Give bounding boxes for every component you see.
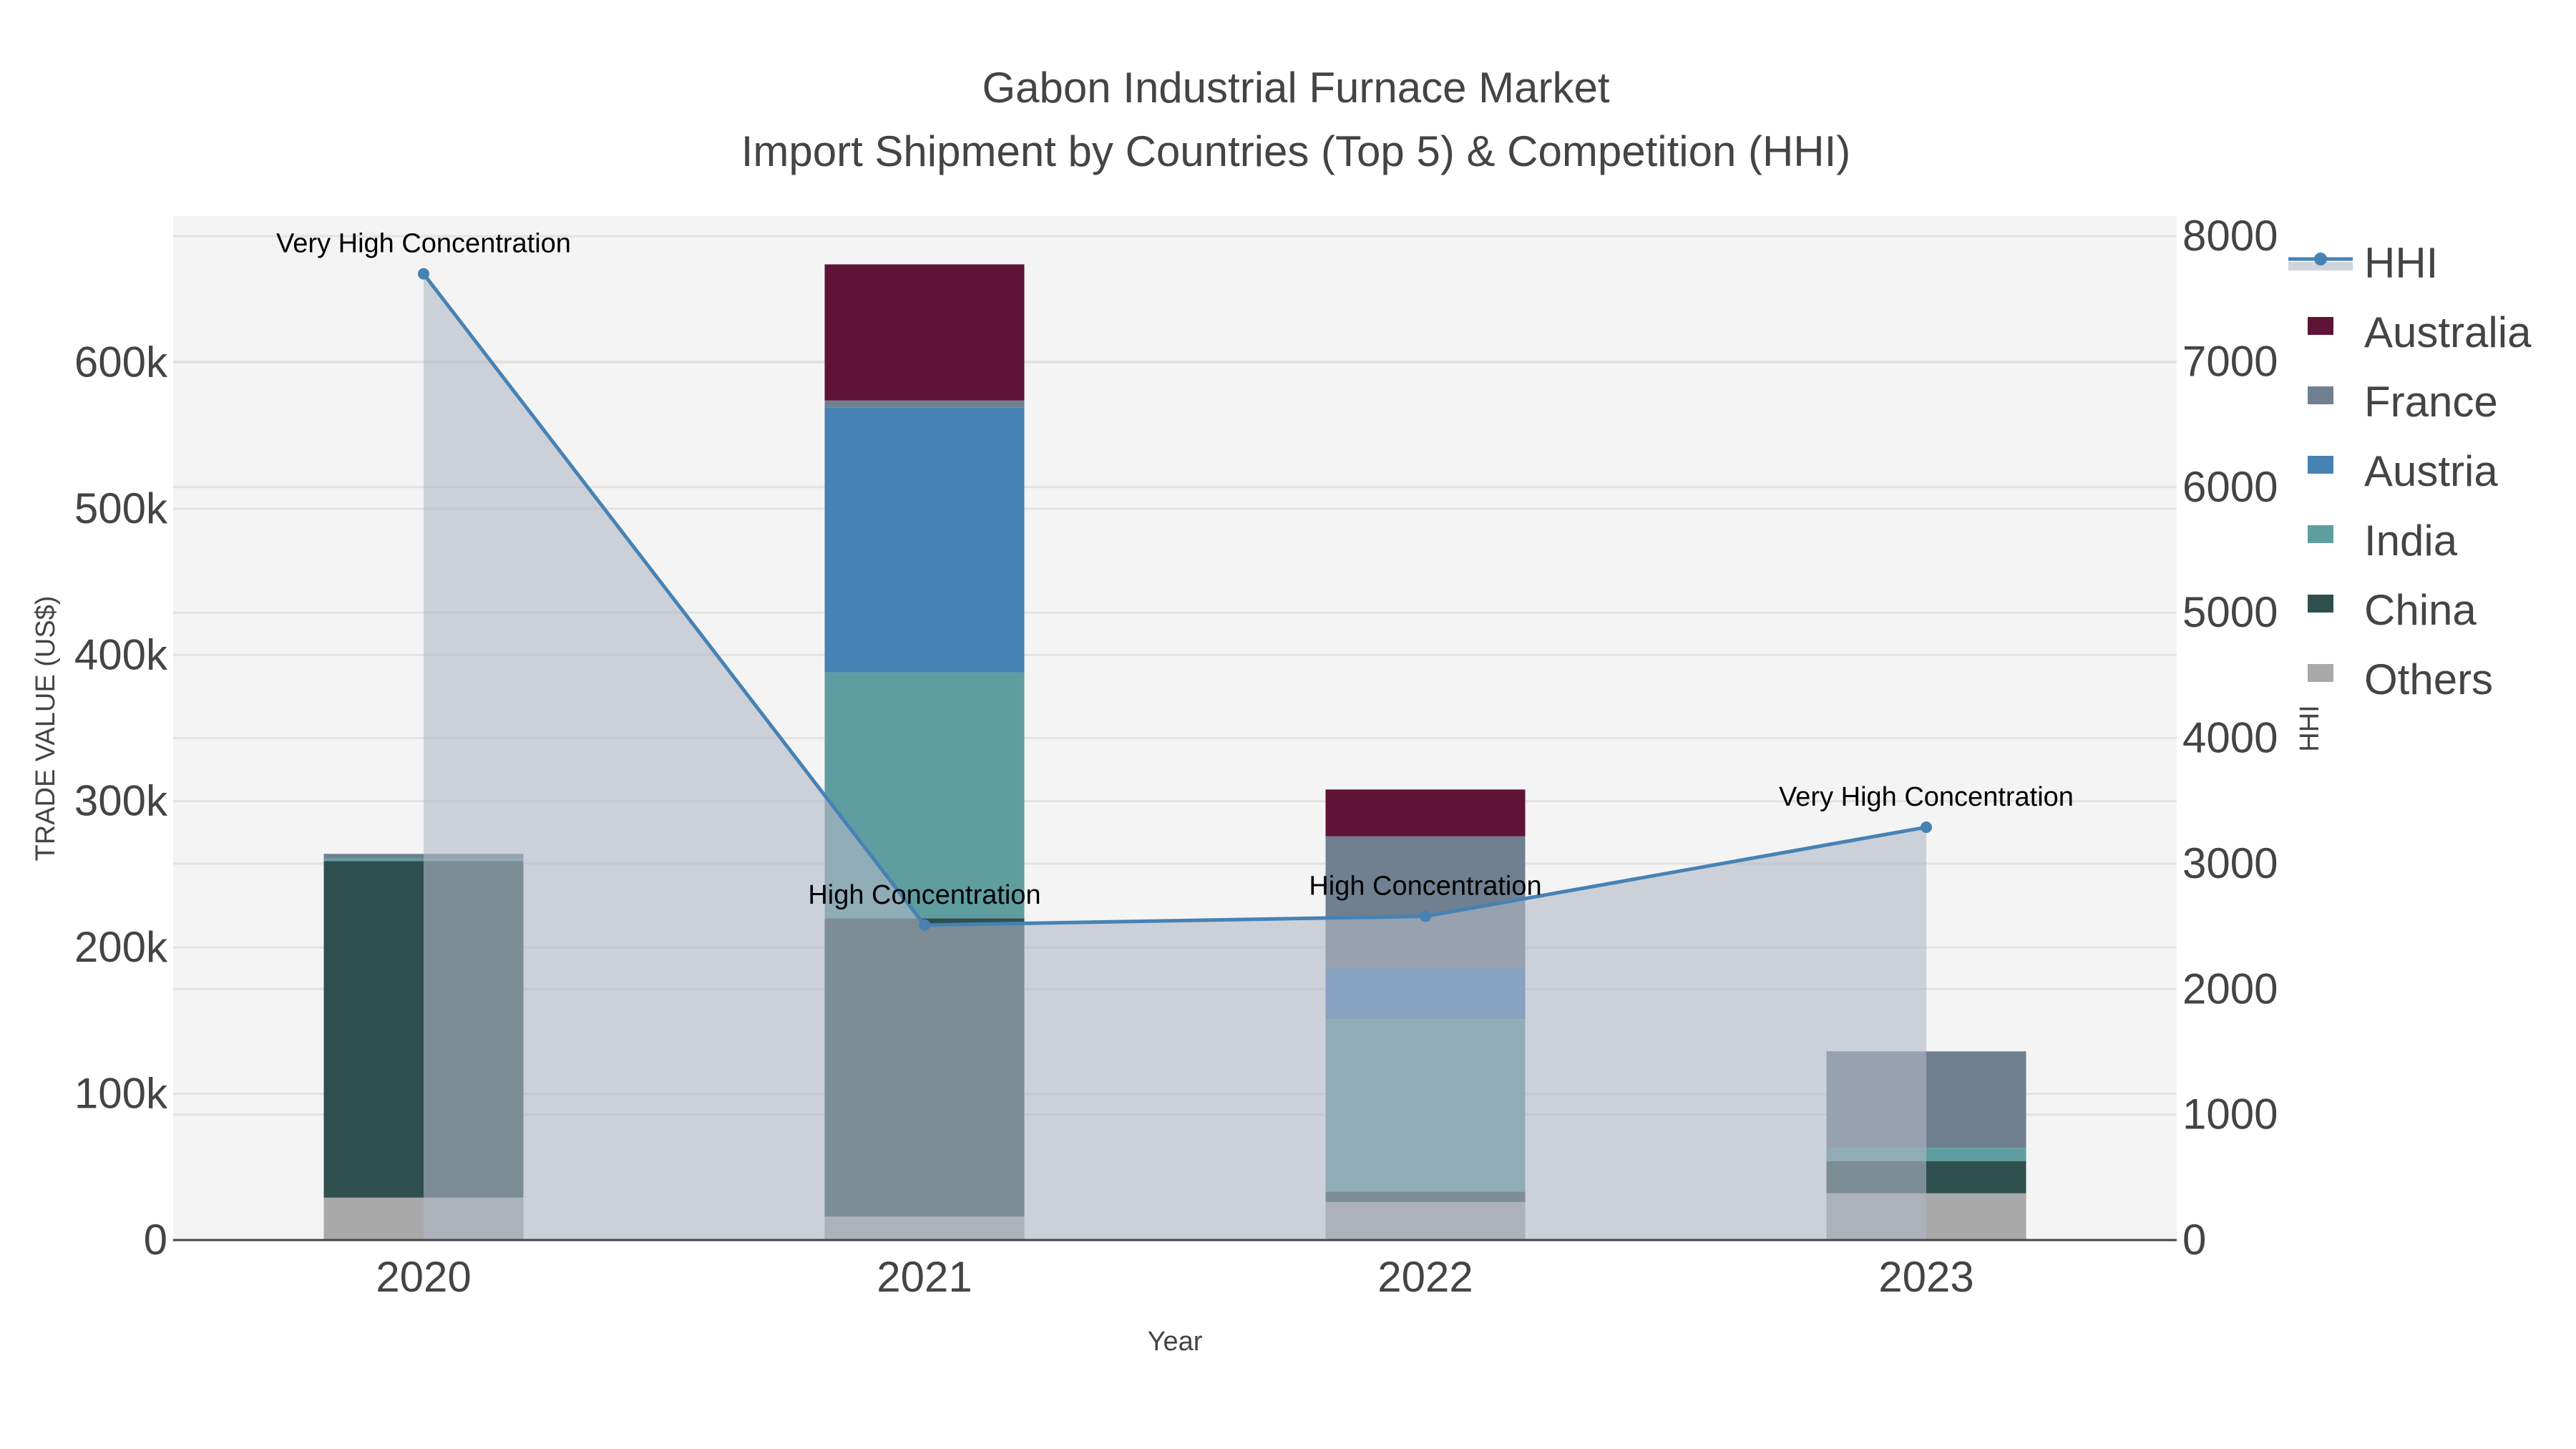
legend-label: Australia	[2364, 308, 2532, 356]
legend-swatch-icon	[2308, 386, 2333, 404]
legend-item-china[interactable]: China	[2308, 586, 2477, 634]
y2-tick-label: 3000	[2182, 839, 2278, 887]
legend-item-india[interactable]: India	[2308, 517, 2458, 565]
legend-item-austria[interactable]: Austria	[2308, 447, 2498, 495]
hhi-point[interactable]	[1420, 910, 1431, 922]
y2-tick-label: 1000	[2182, 1091, 2278, 1138]
y-tick-label: 400k	[74, 630, 168, 678]
hhi-point[interactable]	[418, 268, 429, 280]
x-tick-label: 2023	[1878, 1253, 1974, 1301]
hhi-point[interactable]	[919, 919, 930, 931]
legend-swatch-icon	[2308, 317, 2333, 335]
y2-tick-label: 7000	[2182, 337, 2278, 385]
legend-swatch-icon	[2308, 525, 2333, 543]
x-axis-ticks: 2020 2021 2022 2023	[376, 1253, 1974, 1301]
chart-subtitle: Import Shipment by Countries (Top 5) & C…	[741, 127, 1851, 175]
legend-swatch-icon	[2308, 456, 2333, 474]
legend-swatch-icon	[2308, 595, 2333, 613]
y-tick-label: 300k	[74, 777, 168, 825]
y2-tick-label: 2000	[2182, 965, 2278, 1013]
legend-label: France	[2364, 378, 2498, 426]
y-tick-label: 100k	[74, 1070, 168, 1118]
legend-item-australia[interactable]: Australia	[2308, 308, 2532, 356]
y-tick-label: 200k	[74, 923, 168, 971]
legend-item-france[interactable]: France	[2308, 378, 2498, 426]
y2-tick-label: 6000	[2182, 463, 2278, 511]
bar-australia-2021[interactable]	[824, 264, 1025, 401]
y-axis-ticks: 0 100k 200k 300k 400k 500k 600k	[74, 338, 168, 1264]
bar-australia-2022[interactable]	[1325, 789, 1526, 836]
hhi-point[interactable]	[1921, 821, 1932, 834]
y-tick-label: 500k	[74, 484, 168, 532]
x-axis-title: Year	[1148, 1327, 1203, 1357]
y-axis-title: TRADE VALUE (US$)	[31, 596, 61, 862]
legend: HHI Australia France Austria India China Other…	[2288, 239, 2532, 703]
y2-tick-label: 8000	[2182, 212, 2278, 260]
legend-item-hhi[interactable]: HHI	[2288, 239, 2438, 287]
legend-label: India	[2364, 517, 2458, 565]
hhi-annotation: High Concentration	[1309, 872, 1541, 902]
legend-marker-icon	[2314, 253, 2327, 265]
y2-tick-label: 4000	[2182, 714, 2278, 762]
legend-label: Austria	[2364, 447, 2498, 495]
hhi-annotation: High Concentration	[808, 880, 1040, 910]
bar-austria-2021[interactable]	[824, 407, 1025, 673]
x-tick-label: 2021	[877, 1253, 972, 1301]
hhi-annotation: Very High Concentration	[276, 229, 571, 259]
x-tick-label: 2020	[376, 1253, 471, 1301]
chart: Very High Concentration High Concentratio…	[31, 64, 2532, 1357]
hhi-annotation: Very High Concentration	[1779, 782, 2074, 812]
y2-axis-ticks: 0 1000 2000 3000 4000 5000 6000 7000 8000	[2182, 212, 2278, 1264]
chart-title: Gabon Industrial Furnace Market	[982, 64, 1609, 112]
legend-label: China	[2364, 586, 2477, 634]
legend-item-others[interactable]: Others	[2308, 655, 2493, 703]
y2-tick-label: 5000	[2182, 588, 2278, 636]
x-tick-label: 2022	[1377, 1253, 1473, 1301]
legend-label: HHI	[2364, 239, 2438, 287]
y-tick-label: 600k	[74, 338, 168, 386]
y2-tick-label: 0	[2182, 1216, 2206, 1264]
y-tick-label: 0	[144, 1216, 167, 1264]
legend-label: Others	[2364, 655, 2493, 703]
legend-swatch-icon	[2308, 664, 2333, 682]
bar-france-2021[interactable]	[824, 400, 1025, 408]
y2-axis-title: HHI	[2295, 705, 2325, 751]
